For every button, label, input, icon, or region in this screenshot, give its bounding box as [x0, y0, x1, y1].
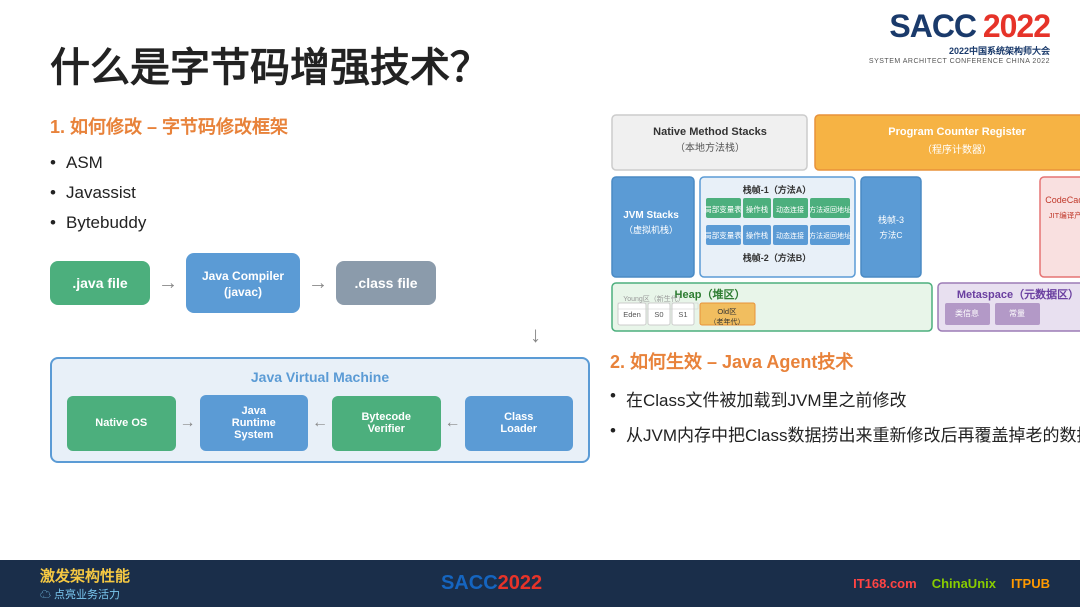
bottom-center: SACC 2022: [441, 572, 542, 595]
section2: 2. 如何生效 – Java Agent技术 在Class文件被加载到JVM里之…: [610, 348, 1080, 446]
slogan1: 激发架构性能: [40, 565, 130, 586]
class-file-box: .class file: [336, 261, 436, 305]
bottom-year: 2022: [498, 572, 543, 595]
bullet-java-agent-1: 在Class文件被加载到JVM里之前修改: [610, 386, 1080, 411]
svg-text:栈帧-2（方法B）: 栈帧-2（方法B）: [743, 252, 812, 263]
compiler-box: Java Compiler(javac): [186, 253, 300, 313]
svg-text:（程序计数器）: （程序计数器）: [922, 143, 992, 156]
bullet-asm: ASM: [50, 153, 590, 173]
bullet-javassist: Javassist: [50, 183, 590, 203]
down-arrow: →: [526, 325, 552, 347]
svg-text:操作栈: 操作栈: [746, 230, 769, 240]
java-file-box: .java file: [50, 261, 150, 305]
arrow1: →: [150, 273, 186, 293]
svg-text:方法返回地址: 方法返回地址: [809, 231, 851, 240]
section1-heading: 1. 如何修改 – 字节码修改框架: [50, 113, 590, 139]
svg-text:局部变量表: 局部变量表: [704, 204, 742, 214]
section2-heading: 2. 如何生效 – Java Agent技术: [610, 348, 1080, 374]
svg-text:Program Counter Register: Program Counter Register: [888, 126, 1026, 138]
content-grid: 1. 如何修改 – 字节码修改框架 ASM Javassist Bytebudd…: [50, 113, 1030, 466]
jvm-arrow2: ←: [308, 414, 332, 432]
arrow2: →: [300, 273, 336, 293]
svg-text:（老年代）: （老年代）: [710, 317, 745, 326]
jvm-arrow1: →: [176, 414, 200, 432]
svg-text:Old区: Old区: [717, 307, 737, 316]
jvm-outer: Java Virtual Machine Native OS → Java Ru…: [50, 357, 590, 463]
svg-text:动态连接: 动态连接: [776, 231, 804, 240]
slogan2: ☁ 点亮业务活力: [40, 586, 130, 602]
svg-text:栈帧-3: 栈帧-3: [878, 214, 904, 225]
svg-text:CodeCache: CodeCache: [1045, 195, 1080, 205]
jvm-memory-diagram: Native Method Stacks （本地方法栈） Program Cou…: [610, 113, 1080, 333]
flow-boxes-top: .java file → Java Compiler(javac) → .cla…: [50, 253, 590, 313]
jvm-title: Java Virtual Machine: [67, 369, 573, 385]
bullet-list-section2: 在Class文件被加载到JVM里之前修改 从JVM内存中把Class数据捞出来重…: [610, 386, 1080, 446]
svg-text:方法返回地址: 方法返回地址: [809, 205, 851, 214]
loader-box: Class Loader: [465, 396, 574, 451]
bullet-list-section1: ASM Javassist Bytebuddy: [50, 153, 590, 233]
jvm-inner-boxes: Native OS → Java Runtime System ← Byteco…: [67, 395, 573, 451]
svg-text:Eden: Eden: [623, 310, 641, 319]
svg-text:S1: S1: [678, 310, 687, 319]
svg-text:栈帧-1（方法A）: 栈帧-1（方法A）: [743, 184, 812, 195]
slide-container: SACC 2022 2022中国系统架构师大会 SYSTEM ARCHITECT…: [0, 0, 1080, 560]
svg-text:动态连接: 动态连接: [776, 205, 804, 214]
svg-text:类信息: 类信息: [955, 308, 979, 318]
verifier-box: Bytecode Verifier: [332, 396, 441, 451]
bullet-java-agent-2: 从JVM内存中把Class数据捞出来重新修改后再覆盖掉老的数据: [610, 421, 1080, 446]
right-column: Native Method Stacks （本地方法栈） Program Cou…: [610, 113, 1080, 466]
svg-text:（虚拟机栈）: （虚拟机栈）: [624, 224, 678, 235]
svg-text:Heap（堆区）: Heap（堆区）: [675, 287, 746, 301]
svg-text:操作栈: 操作栈: [746, 204, 769, 214]
partner-chinaunix: ChinaUnix: [932, 576, 996, 591]
svg-text:方法C: 方法C: [879, 230, 902, 240]
sacc-subtitle: 2022中国系统架构师大会: [949, 44, 1050, 57]
bottom-left: 激发架构性能 ☁ 点亮业务活力: [40, 565, 130, 602]
down-arrow-area: →: [50, 323, 590, 349]
svg-text:Metaspace（元数据区）: Metaspace（元数据区）: [957, 287, 1079, 301]
svg-text:（本地方法栈）: （本地方法栈）: [675, 141, 745, 154]
native-os-box: Native OS: [67, 396, 176, 451]
sacc-subtitle-en: SYSTEM ARCHITECT CONFERENCE CHINA 2022: [869, 58, 1050, 65]
left-column: 1. 如何修改 – 字节码修改框架 ASM Javassist Bytebudd…: [50, 113, 590, 466]
logo-area: SACC 2022 2022中国系统架构师大会 SYSTEM ARCHITECT…: [869, 10, 1050, 65]
jvm-arrow3: ←: [441, 414, 465, 432]
sacc-logo: SACC 2022 2022中国系统架构师大会 SYSTEM ARCHITECT…: [869, 10, 1050, 65]
svg-text:JVM Stacks: JVM Stacks: [623, 210, 679, 221]
runtime-box: Java Runtime System: [200, 395, 309, 451]
bottom-right: IT168.com ChinaUnix ITPUB: [853, 576, 1050, 591]
bullet-bytebuddy: Bytebuddy: [50, 213, 590, 233]
partner-itpub: ITPUB: [1011, 576, 1050, 591]
flow-diagram: .java file → Java Compiler(javac) → .cla…: [50, 253, 590, 463]
svg-text:Native Method Stacks: Native Method Stacks: [653, 126, 767, 138]
svg-text:常量: 常量: [1009, 309, 1025, 318]
svg-text:Young区（新生代）: Young区（新生代）: [623, 294, 685, 303]
sacc-logo-title: SACC 2022: [889, 10, 1050, 42]
svg-text:JIT编译产物: JIT编译产物: [1049, 210, 1080, 220]
svg-text:局部变量表: 局部变量表: [704, 230, 742, 240]
bottom-sacc: SACC: [441, 572, 498, 595]
bottom-bar: 激发架构性能 ☁ 点亮业务活力 SACC 2022 IT168.com Chin…: [0, 560, 1080, 607]
partner-it168: IT168.com: [853, 576, 917, 591]
svg-text:S0: S0: [654, 310, 663, 319]
